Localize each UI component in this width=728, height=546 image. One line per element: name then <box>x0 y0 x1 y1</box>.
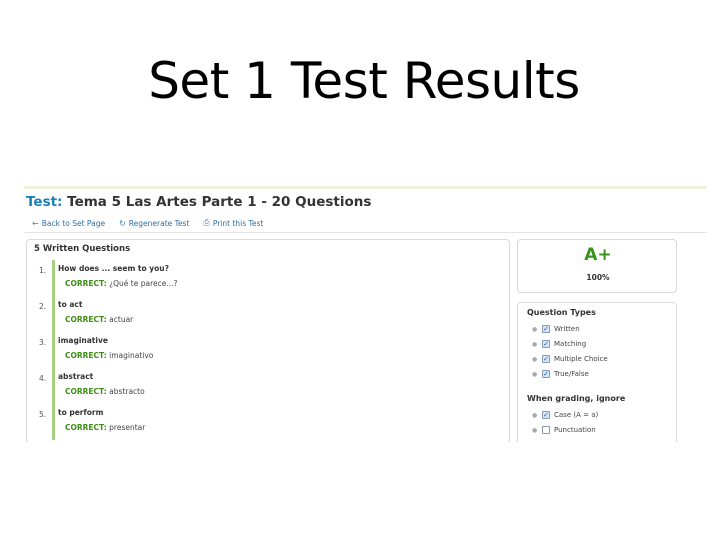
question-types-title: Question Types <box>527 308 596 317</box>
correct-bar <box>52 260 55 296</box>
option-matching[interactable]: ● ✓ Matching <box>532 340 586 348</box>
bullet-icon: ● <box>532 325 538 333</box>
questions-title: 5 Written Questions <box>34 244 131 254</box>
answer-text: imaginativo <box>109 351 154 360</box>
bullet-icon: ● <box>532 426 538 434</box>
bullet-icon: ● <box>532 370 538 378</box>
question-prompt: imaginative <box>58 336 108 345</box>
correct-label: CORRECT: <box>65 279 107 288</box>
bullet-icon: ● <box>532 340 538 348</box>
correct-label: CORRECT: <box>65 423 107 432</box>
correct-bar <box>52 296 55 332</box>
answer-text: ¿Qué te parece...? <box>109 279 178 288</box>
checkbox-checked-icon[interactable]: ✓ <box>542 370 550 378</box>
grade-letter: A+ <box>584 245 612 265</box>
question-prompt: to perform <box>58 408 104 417</box>
test-label: Test: <box>26 194 63 210</box>
option-label: Punctuation <box>554 426 596 434</box>
question-answer: CORRECT: actuar <box>65 315 133 324</box>
correct-bar <box>52 368 55 404</box>
print-test-label: Print this Test <box>212 218 264 228</box>
toolbar-divider <box>24 232 707 233</box>
bullet-icon: ● <box>532 355 538 363</box>
print-icon: ⎙ <box>203 218 210 227</box>
option-label: Matching <box>554 340 587 348</box>
toolbar: ← Back to Set Page ↻ Regenerate Test ⎙ P… <box>24 214 707 232</box>
question-number: 5. <box>39 410 47 419</box>
arrow-left-icon: ← <box>32 218 39 228</box>
question-answer: CORRECT: imaginativo <box>65 351 153 360</box>
grade-box: A+ 100% <box>517 239 677 293</box>
question-prompt: How does ... seem to you? <box>58 264 169 273</box>
question-number: 1. <box>39 266 47 275</box>
correct-label: CORRECT: <box>65 351 107 360</box>
question-list: 1. How does ... seem to you? CORRECT: ¿Q… <box>27 260 511 440</box>
answer-text: actuar <box>109 315 134 324</box>
question-prompt: to act <box>58 300 83 309</box>
regenerate-test-button[interactable]: ↻ Regenerate Test <box>119 219 189 228</box>
checkbox-checked-icon[interactable]: ✓ <box>542 325 550 333</box>
question-number: 2. <box>39 302 47 311</box>
correct-bar <box>52 332 55 368</box>
question-answer: CORRECT: ¿Qué te parece...? <box>65 279 178 288</box>
checkbox-checked-icon[interactable]: ✓ <box>542 340 550 348</box>
correct-bar <box>52 404 55 440</box>
refresh-icon: ↻ <box>119 218 126 228</box>
question-row: 1. How does ... seem to you? CORRECT: ¿Q… <box>27 260 511 296</box>
test-results-screenshot: Test: Tema 5 Las Artes Parte 1 - 20 Ques… <box>24 186 707 442</box>
question-number: 4. <box>39 374 47 383</box>
option-case[interactable]: ● ✓ Case (A = a) <box>532 411 598 419</box>
written-questions-panel: 5 Written Questions 1. How does ... seem… <box>26 239 510 442</box>
regenerate-test-label: Regenerate Test <box>128 218 190 228</box>
test-name: Tema 5 Las Artes Parte 1 - 20 Questions <box>67 194 372 210</box>
option-written[interactable]: ● ✓ Written <box>532 325 580 333</box>
option-label: True/False <box>554 370 589 378</box>
correct-label: CORRECT: <box>65 315 107 324</box>
question-row: 4. abstract CORRECT: abstracto <box>27 368 511 404</box>
grade-percent: 100% <box>586 273 610 282</box>
slide-title: Set 1 Test Results <box>148 52 580 110</box>
grading-ignore-title: When grading, ignore <box>527 394 626 403</box>
question-answer: CORRECT: abstracto <box>65 387 145 396</box>
question-row: 5. to perform CORRECT: presentar <box>27 404 511 440</box>
question-number: 3. <box>39 338 47 347</box>
print-test-button[interactable]: ⎙ Print this Test <box>203 218 263 228</box>
top-rule <box>24 186 707 189</box>
option-label: Written <box>554 325 580 333</box>
answer-text: abstracto <box>109 387 145 396</box>
option-multiple-choice[interactable]: ● ✓ Multiple Choice <box>532 355 608 363</box>
checkbox-checked-icon[interactable]: ✓ <box>542 411 550 419</box>
question-row: 3. imaginative CORRECT: imaginativo <box>27 332 511 368</box>
question-row: 2. to act CORRECT: actuar <box>27 296 511 332</box>
options-panel: Question Types ● ✓ Written ● ✓ Matching … <box>517 302 677 442</box>
option-label: Case (A = a) <box>554 411 599 419</box>
checkbox-unchecked-icon[interactable] <box>542 426 550 434</box>
test-header: Test: Tema 5 Las Artes Parte 1 - 20 Ques… <box>26 194 371 210</box>
correct-label: CORRECT: <box>65 387 107 396</box>
option-punctuation[interactable]: ● Punctuation <box>532 426 596 434</box>
question-answer: CORRECT: presentar <box>65 423 145 432</box>
back-to-set-button[interactable]: ← Back to Set Page <box>32 219 105 228</box>
answer-text: presentar <box>109 423 146 432</box>
option-true-false[interactable]: ● ✓ True/False <box>532 370 589 378</box>
bullet-icon: ● <box>532 411 538 419</box>
back-to-set-label: Back to Set Page <box>41 218 106 228</box>
question-prompt: abstract <box>58 372 94 381</box>
checkbox-checked-icon[interactable]: ✓ <box>542 355 550 363</box>
option-label: Multiple Choice <box>554 355 608 363</box>
